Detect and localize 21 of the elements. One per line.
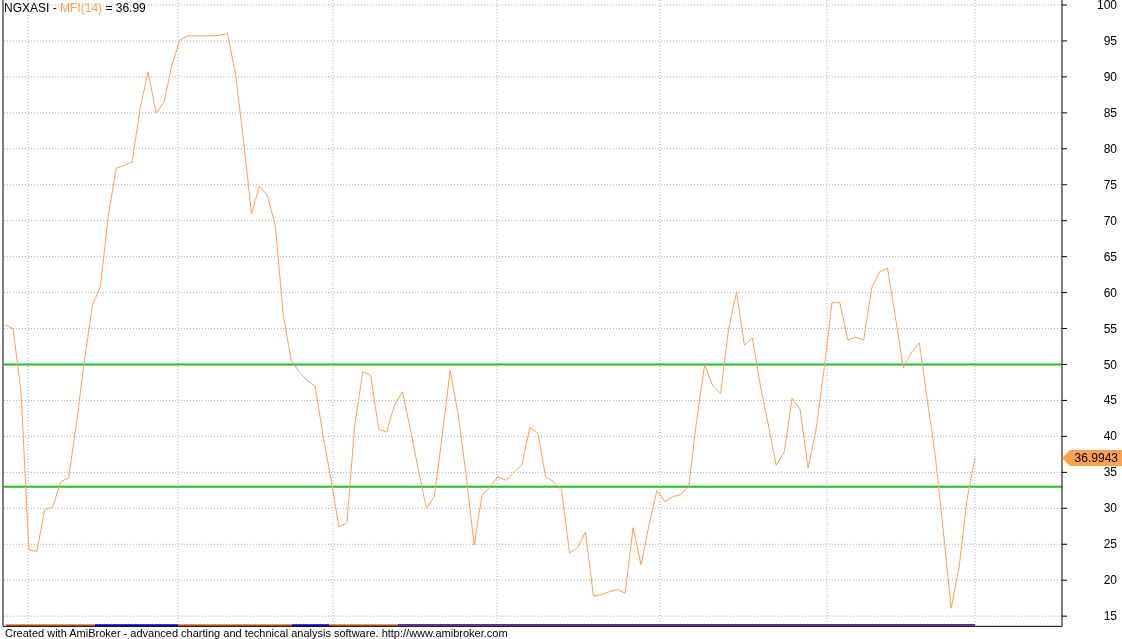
y-tick-label: 15 xyxy=(1103,609,1118,624)
footer-credit-text: Created with AmiBroker - advanced charting and technical analysis software. http://www.amibroker.com xyxy=(4,627,509,639)
y-tick-label: 45 xyxy=(1103,393,1118,408)
y-tick-label: 25 xyxy=(1103,537,1118,552)
value-callout: 36.9943 xyxy=(1062,449,1122,466)
y-tick-label: 55 xyxy=(1103,321,1118,336)
chart-title: NGXASI - MFI(14) = 36.99 xyxy=(4,1,146,15)
y-tick-label: 30 xyxy=(1103,501,1118,516)
y-tick-label: 100 xyxy=(1096,0,1118,12)
y-tick-label: 65 xyxy=(1103,249,1118,264)
y-tick-label: 85 xyxy=(1103,105,1118,120)
y-tick-label: 70 xyxy=(1103,213,1118,228)
y-tick-label: 35 xyxy=(1103,465,1118,480)
y-tick-label: 95 xyxy=(1103,33,1118,48)
y-tick-label: 90 xyxy=(1103,69,1118,84)
y-tick-label: 20 xyxy=(1103,573,1118,588)
y-tick-label: 40 xyxy=(1103,429,1118,444)
y-tick-label: 80 xyxy=(1103,141,1118,156)
y-tick-label: 75 xyxy=(1103,177,1118,192)
y-tick-label: 60 xyxy=(1103,285,1118,300)
y-tick-label: 50 xyxy=(1103,357,1118,372)
